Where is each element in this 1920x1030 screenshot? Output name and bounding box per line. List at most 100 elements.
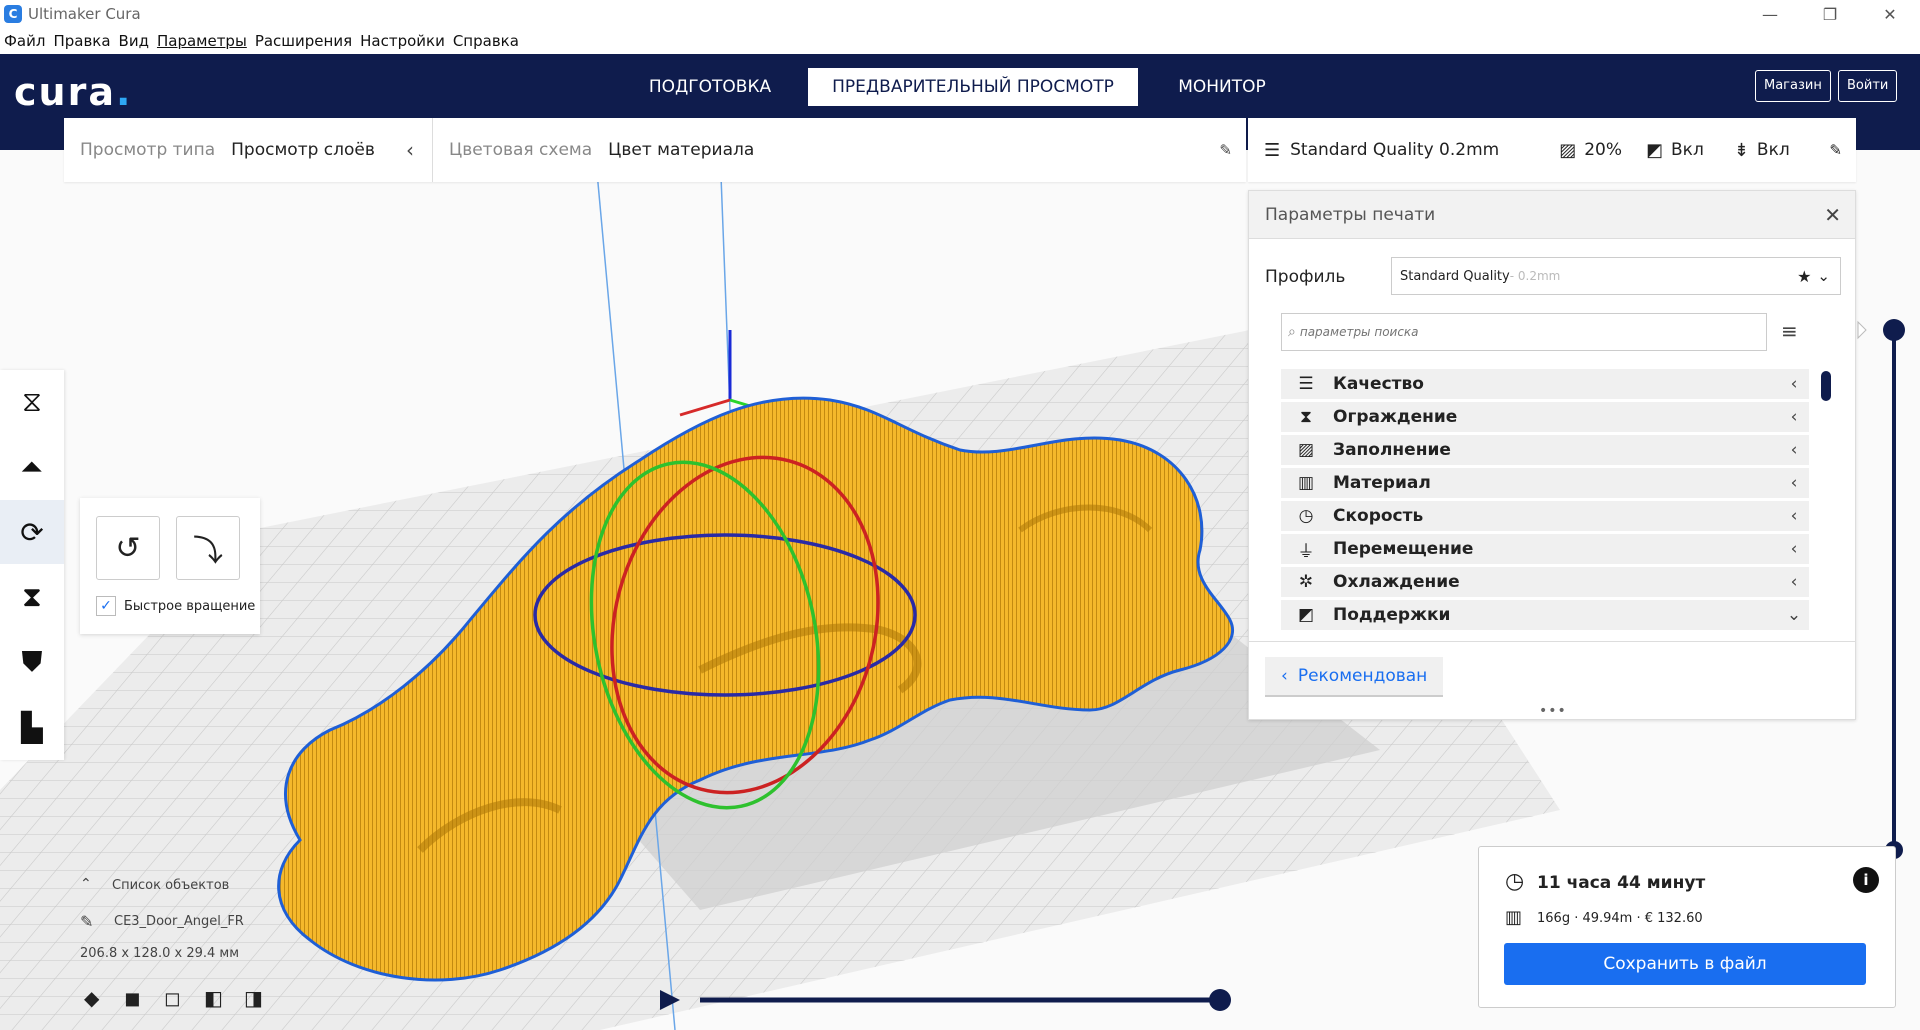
color-scheme-label: Цветовая схема	[449, 140, 593, 160]
adhesion-icon: ⇟	[1733, 139, 1749, 161]
menu-settings[interactable]: Параметры	[157, 32, 247, 50]
settings-menu-icon[interactable]: ≡	[1781, 319, 1798, 343]
lay-flat-icon: ⤵	[193, 534, 223, 569]
color-scheme-selector[interactable]: Цветовая схема Цвет материала ✎	[433, 118, 1246, 182]
minimize-button[interactable]: —	[1740, 0, 1800, 28]
scale-tool-button[interactable]: ⏶	[0, 435, 64, 499]
rotate-icon: ⟳	[20, 515, 44, 549]
quality-icon: ☰	[1264, 139, 1281, 161]
panel-resize-handle[interactable]: •••	[1539, 703, 1567, 719]
quick-rotate-option[interactable]: ✓ Быстрое вращение	[96, 596, 255, 616]
menu-help[interactable]: Справка	[453, 32, 519, 50]
support-summary: Вкл	[1671, 140, 1704, 160]
category-support[interactable]: ◩ Поддержки ⌄	[1281, 600, 1809, 630]
infill-icon: ▨	[1297, 440, 1315, 460]
pencil-icon[interactable]: ✎	[80, 912, 93, 931]
category-cooling[interactable]: ✲ Охлаждение ‹	[1281, 567, 1809, 597]
shell-icon: ⧗	[1300, 407, 1312, 427]
quick-rotate-checkbox[interactable]: ✓	[96, 596, 116, 616]
scale-icon: ⏶	[20, 450, 44, 483]
marketplace-button[interactable]: Магазин	[1755, 70, 1831, 102]
view-type-selector[interactable]: Просмотр типа Просмотр слоёв ‹	[64, 118, 432, 182]
cura-app-icon: C	[4, 5, 22, 23]
menu-preferences[interactable]: Настройки	[360, 32, 445, 50]
chevron-left-icon: ‹	[406, 138, 414, 162]
cooling-icon: ✲	[1298, 572, 1314, 592]
view-right-button[interactable]: ◨	[244, 986, 263, 1010]
tab-monitor[interactable]: МОНИТОР	[1160, 68, 1284, 106]
support-icon: ◩	[1297, 605, 1315, 625]
category-speed[interactable]: ◷ Скорость ‹	[1281, 501, 1809, 531]
left-view-icon: ◧	[204, 986, 223, 1010]
lay-flat-button[interactable]: ⤵	[176, 516, 240, 580]
signin-button[interactable]: Войти	[1838, 70, 1898, 102]
search-input[interactable]	[1299, 325, 1700, 339]
chevron-left-icon: ‹	[1281, 666, 1288, 686]
chevron-up-icon[interactable]: ⌃	[80, 876, 92, 892]
profile-label: Профиль	[1265, 267, 1346, 287]
layer-slider-top-handle[interactable]	[1883, 319, 1905, 341]
mirror-tool-button[interactable]: ⧗	[0, 565, 64, 629]
category-infill[interactable]: ▨ Заполнение ‹	[1281, 435, 1809, 465]
category-material[interactable]: ▥ Материал ‹	[1281, 468, 1809, 498]
category-quality[interactable]: ☰ Качество ‹	[1281, 369, 1809, 399]
chevron-down-icon: ⌄	[1786, 605, 1802, 625]
move-tool-button[interactable]: ⧖	[0, 370, 64, 434]
search-icon: ⌕	[1288, 324, 1296, 340]
cura-logo: cura.	[14, 70, 133, 114]
support-icon: ◩	[1646, 139, 1664, 161]
close-panel-button[interactable]: ✕	[1824, 203, 1841, 227]
view-left-button[interactable]: ◧	[204, 986, 223, 1010]
chevron-left-icon: ‹	[1790, 473, 1798, 493]
rotate-options-panel: ↺ ⤵ ✓ Быстрое вращение	[80, 498, 260, 634]
print-settings-bar[interactable]: ☰ Standard Quality 0.2mm ▨ 20% ◩ Вкл ⇟ В…	[1248, 118, 1856, 182]
settings-scrollbar-thumb[interactable]	[1821, 371, 1831, 401]
info-icon[interactable]: i	[1853, 867, 1879, 893]
window-title: Ultimaker Cura	[28, 5, 141, 23]
panel-title: Параметры печати	[1249, 191, 1855, 239]
material-icon: ▥	[1505, 907, 1523, 928]
recommended-button[interactable]: ‹ Рекомендован	[1265, 657, 1444, 697]
reset-rotation-icon: ↺	[115, 530, 141, 566]
print-settings-panel: Параметры печати ✕ Профиль Standard Qual…	[1248, 190, 1856, 720]
pencil-icon: ✎	[1829, 141, 1842, 159]
per-model-settings-icon: ⛊	[21, 645, 43, 678]
quality-icon: ☰	[1298, 374, 1314, 394]
menu-edit[interactable]: Правка	[53, 32, 110, 50]
print-time: 11 часа 44 минут	[1537, 873, 1706, 893]
view-top-button[interactable]: ◻	[164, 986, 181, 1010]
material-icon: ▥	[1297, 473, 1315, 493]
chevron-left-icon: ‹	[1790, 539, 1798, 559]
chevron-left-icon: ‹	[1790, 572, 1798, 592]
object-list-label[interactable]: Список объектов	[112, 878, 229, 893]
path-slider-handle[interactable]	[1209, 989, 1231, 1011]
travel-icon: ⏚	[1297, 541, 1315, 562]
profile-summary: Standard Quality 0.2mm	[1290, 140, 1500, 160]
front-view-icon: ◼	[124, 986, 141, 1010]
reset-rotation-button[interactable]: ↺	[96, 516, 160, 580]
category-shell[interactable]: ⧗ Ограждение ‹	[1281, 402, 1809, 432]
pencil-icon: ✎	[1219, 141, 1232, 159]
per-model-settings-button[interactable]: ⛊	[0, 630, 64, 694]
save-to-file-button[interactable]: Сохранить в файл	[1504, 943, 1866, 985]
menu-view[interactable]: Вид	[119, 32, 149, 50]
tab-preview[interactable]: ПРЕДВАРИТЕЛЬНЫЙ ПРОСМОТР	[808, 68, 1138, 106]
star-icon: ★	[1797, 266, 1812, 286]
material-estimate: 166g · 49.94m · € 132.60	[1537, 911, 1703, 926]
menu-file[interactable]: Файл	[4, 32, 45, 50]
category-travel[interactable]: ⏚ Перемещение ‹	[1281, 534, 1809, 564]
quick-rotate-label: Быстрое вращение	[124, 598, 256, 614]
view-3d-button[interactable]: ◆	[84, 986, 99, 1010]
infill-icon: ▨	[1559, 139, 1577, 161]
menu-extensions[interactable]: Расширения	[255, 32, 352, 50]
settings-search[interactable]: ⌕	[1281, 313, 1767, 351]
support-blocker-button[interactable]: ▙	[0, 695, 64, 759]
object-dimensions: 206.8 x 128.0 x 29.4 мм	[80, 946, 240, 961]
restore-button[interactable]: ❐	[1800, 0, 1860, 28]
tab-prepare[interactable]: ПОДГОТОВКА	[640, 68, 780, 106]
profile-dropdown[interactable]: Standard Quality - 0.2mm ★ ⌄	[1391, 257, 1841, 295]
close-window-button[interactable]: ✕	[1860, 0, 1920, 28]
rotate-tool-button[interactable]: ⟳	[0, 500, 64, 564]
chevron-down-icon: ⌄	[1817, 267, 1830, 285]
view-front-button[interactable]: ◼	[124, 986, 141, 1010]
